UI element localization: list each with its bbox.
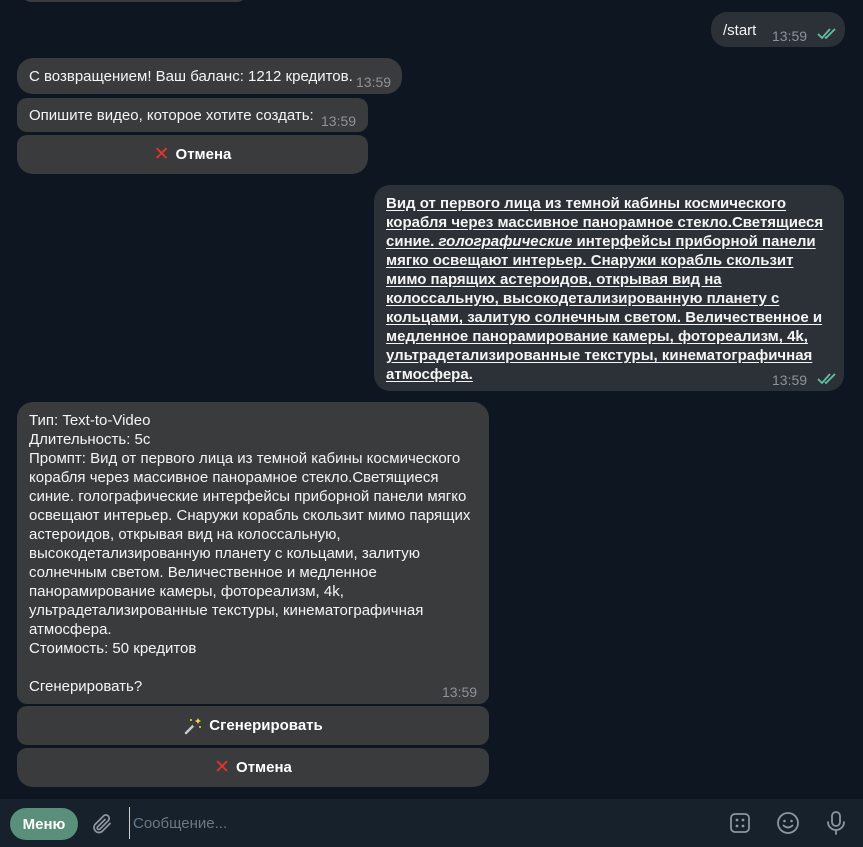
prompt-text-italic: голографические [438,233,573,250]
summary-duration: Длительность: 5с [29,431,151,448]
summary-prompt: Промпт: Вид от первого лица из темной ка… [29,450,471,638]
menu-button[interactable]: Меню [10,808,78,840]
message-text: /start [723,22,757,39]
incoming-message-summary: Тип: Text-to-Video Длительность: 5с Пром… [17,402,489,704]
cancel-button-label: Отмена [175,146,232,163]
cancel-button[interactable]: ✕ Отмена [17,748,489,787]
message-time: 13:59 [772,372,808,388]
message-text: С возвращением! Ваш баланс: 1212 кредито… [29,68,353,85]
outgoing-message-start: /start 13:59 [711,12,845,47]
message-time: 13:59 [772,28,808,44]
message-composer: Меню [0,799,863,847]
summary-type: Тип: Text-to-Video [29,412,151,429]
magic-wand-icon [185,717,202,734]
message-time: 13:59 [442,684,478,700]
generate-button-label: Сгенерировать [209,717,323,734]
red-x-icon: ✕ [153,144,170,165]
microphone-icon[interactable] [825,810,847,836]
emoji-icon[interactable] [776,811,800,835]
summary-question: Сгенерировать? [29,678,143,695]
incoming-message-describe: Опишите видео, которое хотите создать: 1… [17,98,368,132]
cancel-button-label: Отмена [236,759,292,776]
message-time: 13:59 [321,113,357,129]
message-input[interactable] [129,807,695,839]
message-text: Опишите видео, которое хотите создать: [29,107,314,124]
red-x-icon: ✕ [214,757,231,778]
summary-text: Тип: Text-to-Video Длительность: 5с Пром… [29,411,485,696]
prompt-text: Вид от первого лица из темной кабины кос… [386,194,836,384]
summary-cost: Стоимость: 50 кредитов [29,640,197,657]
paperclip-icon[interactable] [90,812,114,836]
generate-button[interactable]: Сгенерировать [17,706,489,745]
outgoing-message-prompt: Вид от первого лица из темной кабины кос… [374,185,844,391]
double-check-icon [817,28,836,40]
incoming-message-welcome: С возвращением! Ваш баланс: 1212 кредито… [17,58,402,94]
bot-commands-icon[interactable] [729,812,751,834]
message-time: 13:59 [356,74,392,90]
double-check-icon [817,373,836,385]
cancel-button[interactable]: ✕ Отмена [17,135,368,174]
previous-message-bubble [22,0,246,2]
prompt-text-part2: интерфейсы приборной панели мягко освеща… [386,233,823,383]
